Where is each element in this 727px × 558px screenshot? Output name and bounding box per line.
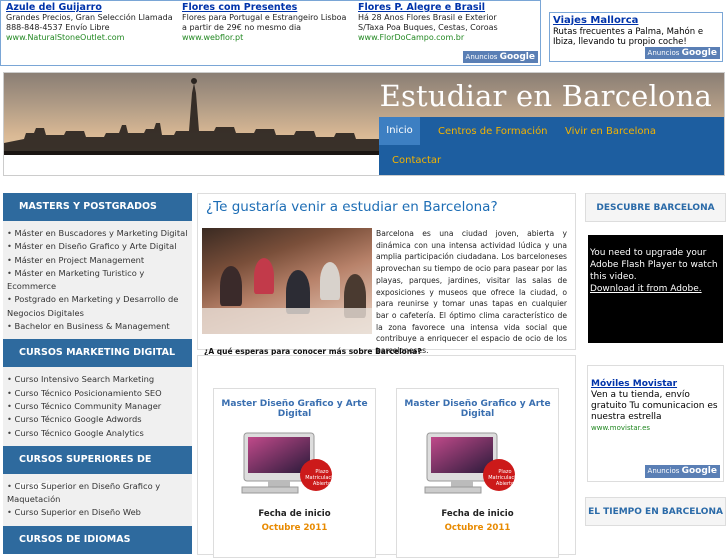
sidebar-item[interactable]: Curso Técnico Google Adwords xyxy=(3,413,192,426)
ad-item[interactable]: Azule del Guijarro Grandes Precios, Gran… xyxy=(6,2,178,43)
enrollment-badge: Plazo Matriculación Abierto xyxy=(488,469,522,487)
sidebar-item[interactable]: Curso Intensivo Search Marketing xyxy=(3,373,192,386)
ad-text: Grandes Precios, Gran Selección Llamada xyxy=(6,13,173,22)
ad-text: Ven a tu tienda, envío gratuito Tu comun… xyxy=(591,390,718,422)
sidebar-heading[interactable]: CURSOS MARKETING DIGITAL xyxy=(3,339,192,368)
ads-by-google-badge[interactable]: Anuncios Google xyxy=(644,465,720,478)
course-title[interactable]: Master Diseño Grafico y Arte Digital xyxy=(214,399,375,419)
ad-url[interactable]: www.movistar.es xyxy=(591,423,720,434)
sidebar-item[interactable]: Máster en Diseño Grafico y Arte Digital xyxy=(3,240,192,253)
start-date-label: Fecha de inicio xyxy=(258,509,331,519)
left-sidebar: MASTERS Y POSTGRADOS Máster en Buscadore… xyxy=(3,193,192,554)
google-logo: Google xyxy=(499,52,535,62)
enrollment-badge: Plazo Matriculación Abierto xyxy=(305,469,339,487)
start-date-label: Fecha de inicio xyxy=(441,509,514,519)
nav-item-vivir[interactable]: Vivir en Barcelona xyxy=(565,126,656,137)
page-title: ¿Te gustaría venir a estudiar en Barcelo… xyxy=(206,199,498,215)
nav-item-inicio[interactable]: Inicio xyxy=(379,117,420,145)
ad-title[interactable]: Viajes Mallorca xyxy=(553,15,719,27)
top-ad-banner: Azule del Guijarro Grandes Precios, Gran… xyxy=(0,0,541,66)
discover-heading[interactable]: DESCUBRE BARCELONA xyxy=(585,193,726,222)
sidebar-item[interactable]: Curso Superior en Diseño Web xyxy=(3,506,192,519)
ad-text: a partir de 29€ no mesmo dia xyxy=(182,23,302,32)
sidebar-heading[interactable]: CURSOS SUPERIORES DE DISEÑO xyxy=(3,445,192,493)
ad-text: Há 28 Anos Flores Brasil e Exterior xyxy=(358,13,497,22)
ads-by-google-badge[interactable]: Anuncios Google xyxy=(462,51,538,63)
ad-item[interactable]: Flores com Presentes Flores para Portuga… xyxy=(182,2,354,43)
right-top-ad[interactable]: Viajes Mallorca Rutas frecuentes a Palma… xyxy=(549,12,723,62)
sidebar-group: Curso Superior en Diseño Grafico y Maque… xyxy=(3,474,192,526)
ads-by-label: Anuncios xyxy=(465,53,498,61)
ad-title[interactable]: Móviles Movistar xyxy=(591,379,720,390)
intro-panel: ¿Te gustaría venir a estudiar en Barcelo… xyxy=(197,193,576,356)
ads-by-label: Anuncios xyxy=(647,49,680,57)
sidebar-item[interactable]: Máster en Buscadores y Marketing Digital xyxy=(3,227,192,240)
ad-title[interactable]: Flores com Presentes xyxy=(182,2,354,13)
course-card[interactable]: Master Diseño Grafico y Arte Digital Pla… xyxy=(213,388,376,558)
right-ad[interactable]: Móviles Movistar Ven a tu tienda, envío … xyxy=(587,365,724,482)
flash-download-link[interactable]: Download it from Adobe. xyxy=(590,283,721,295)
sidebar-group: Máster en Buscadores y Marketing Digital… xyxy=(3,221,192,339)
sidebar-item[interactable]: Máster en Marketing Turistico y Ecommerc… xyxy=(3,267,192,294)
ad-title[interactable]: Azule del Guijarro xyxy=(6,2,178,13)
sidebar-group: Curso Intensivo Search Marketing Curso T… xyxy=(3,367,192,445)
google-logo: Google xyxy=(681,48,717,58)
courses-panel: Master Diseño Grafico y Arte Digital Pla… xyxy=(197,355,576,558)
sidebar-item[interactable]: Curso Técnico Posicionamiento SEO xyxy=(3,387,192,400)
sidebar-item[interactable]: Curso Técnico Google Analytics xyxy=(3,427,192,440)
ad-url[interactable]: www.FlorDoCampo.com.br xyxy=(358,33,530,43)
nav-item-centros[interactable]: Centros de Formación xyxy=(438,126,548,137)
sidebar-heading[interactable]: CURSOS DE IDIOMAS xyxy=(3,525,192,554)
sidebar-item[interactable]: Máster en Project Management xyxy=(3,254,192,267)
ads-by-google-badge[interactable]: Anuncios Google xyxy=(644,47,720,59)
sidebar-item[interactable]: Bachelor en Business & Management xyxy=(3,320,192,333)
ads-by-label: Anuncios xyxy=(647,467,680,475)
sidebar-heading[interactable]: MASTERS Y POSTGRADOS xyxy=(3,193,192,221)
course-card[interactable]: Master Diseño Grafico y Arte Digital Pla… xyxy=(396,388,559,558)
ad-item[interactable]: Flores P. Alegre e Brasil Há 28 Anos Flo… xyxy=(358,2,530,43)
site-title[interactable]: Estudiar en Barcelona xyxy=(380,79,712,113)
ad-text: S/Taxa Poa Buques, Cestas, Coroas xyxy=(358,23,498,32)
flash-video-placeholder: You need to upgrade your Adobe Flash Pla… xyxy=(588,235,723,343)
sidebar-item[interactable]: Postgrado en Marketing y Desarrollo de N… xyxy=(3,293,192,320)
sidebar-item[interactable]: Curso Técnico Community Manager xyxy=(3,400,192,413)
students-photo xyxy=(202,228,372,334)
weather-heading[interactable]: EL TIEMPO EN BARCELONA xyxy=(585,497,726,526)
main-nav: Inicio Centros de Formación Vivir en Bar… xyxy=(379,117,724,175)
intro-paragraph: Barcelona es una ciudad joven, abierta y… xyxy=(376,229,567,356)
start-date-value: Octubre 2011 xyxy=(261,523,328,533)
ad-text: Flores para Portugal e Estrangeiro Lisbo… xyxy=(182,13,347,22)
ad-url[interactable]: www.webflor.pt xyxy=(182,33,354,43)
sidebar-item[interactable]: Curso Superior en Diseño Grafico y Maque… xyxy=(3,480,192,507)
course-title[interactable]: Master Diseño Grafico y Arte Digital xyxy=(397,399,558,419)
flash-message: You need to upgrade your Adobe Flash Pla… xyxy=(590,248,718,282)
nav-item-contactar[interactable]: Contactar xyxy=(392,155,441,166)
ad-title[interactable]: Flores P. Alegre e Brasil xyxy=(358,2,530,13)
google-logo: Google xyxy=(681,466,717,476)
start-date-value: Octubre 2011 xyxy=(444,523,511,533)
ad-text: 888-848-4537 Envío Libre xyxy=(6,23,110,32)
site-header: Estudiar en Barcelona Inicio Centros de … xyxy=(3,72,725,176)
ad-url[interactable]: www.NaturalStoneOutlet.com xyxy=(6,33,178,43)
ad-text: Rutas frecuentes a Palma, Mahón e Ibiza,… xyxy=(553,27,704,47)
